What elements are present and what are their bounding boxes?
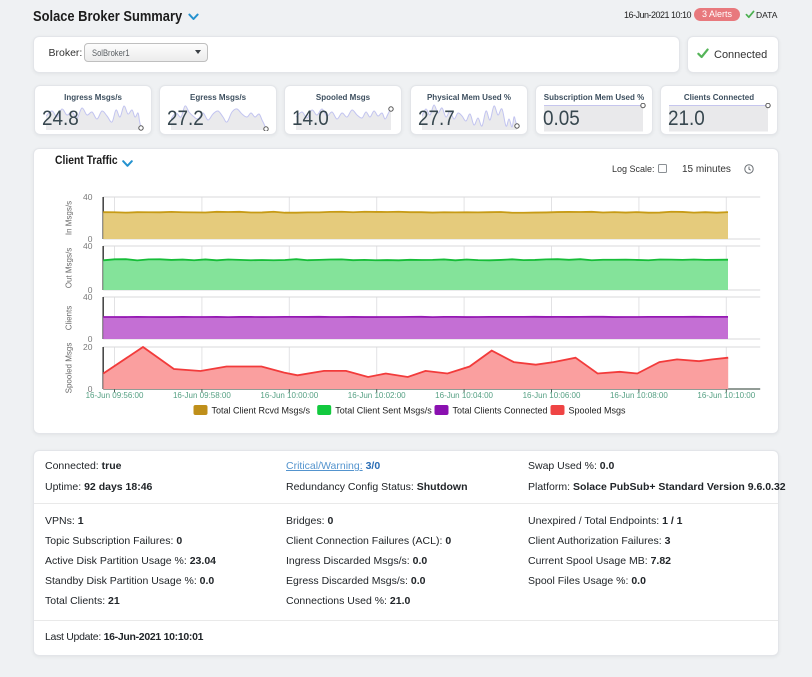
svg-text:16-Jun 10:06:00: 16-Jun 10:06:00	[523, 391, 581, 400]
svg-text:Out Msgs/s: Out Msgs/s	[65, 248, 74, 288]
svg-text:16-Jun 10:08:00: 16-Jun 10:08:00	[610, 391, 668, 400]
svg-text:16-Jun 10:10:00: 16-Jun 10:10:00	[697, 391, 755, 400]
svg-text:16-Jun 09:58:00: 16-Jun 09:58:00	[173, 391, 231, 400]
svg-text:16-Jun 10:00:00: 16-Jun 10:00:00	[260, 391, 318, 400]
svg-text:In Msgs/s: In Msgs/s	[65, 201, 74, 235]
svg-text:40: 40	[83, 292, 93, 302]
svg-text:20: 20	[83, 342, 93, 352]
svg-text:16-Jun 10:02:00: 16-Jun 10:02:00	[348, 391, 406, 400]
svg-text:Total Client Rcvd Msgs/s: Total Client Rcvd Msgs/s	[212, 406, 311, 416]
svg-text:Total Clients Connected: Total Clients Connected	[453, 406, 548, 416]
svg-text:16-Jun 10:04:00: 16-Jun 10:04:00	[435, 391, 493, 400]
svg-text:40: 40	[83, 241, 93, 251]
svg-text:Total Client Sent Msgs/s: Total Client Sent Msgs/s	[335, 406, 432, 416]
svg-text:Spooled Msgs: Spooled Msgs	[65, 343, 74, 394]
svg-text:40: 40	[83, 192, 93, 202]
svg-text:16-Jun 09:56:00: 16-Jun 09:56:00	[86, 391, 144, 400]
svg-text:Clients: Clients	[65, 306, 74, 330]
svg-text:Spooled Msgs: Spooled Msgs	[569, 406, 627, 416]
